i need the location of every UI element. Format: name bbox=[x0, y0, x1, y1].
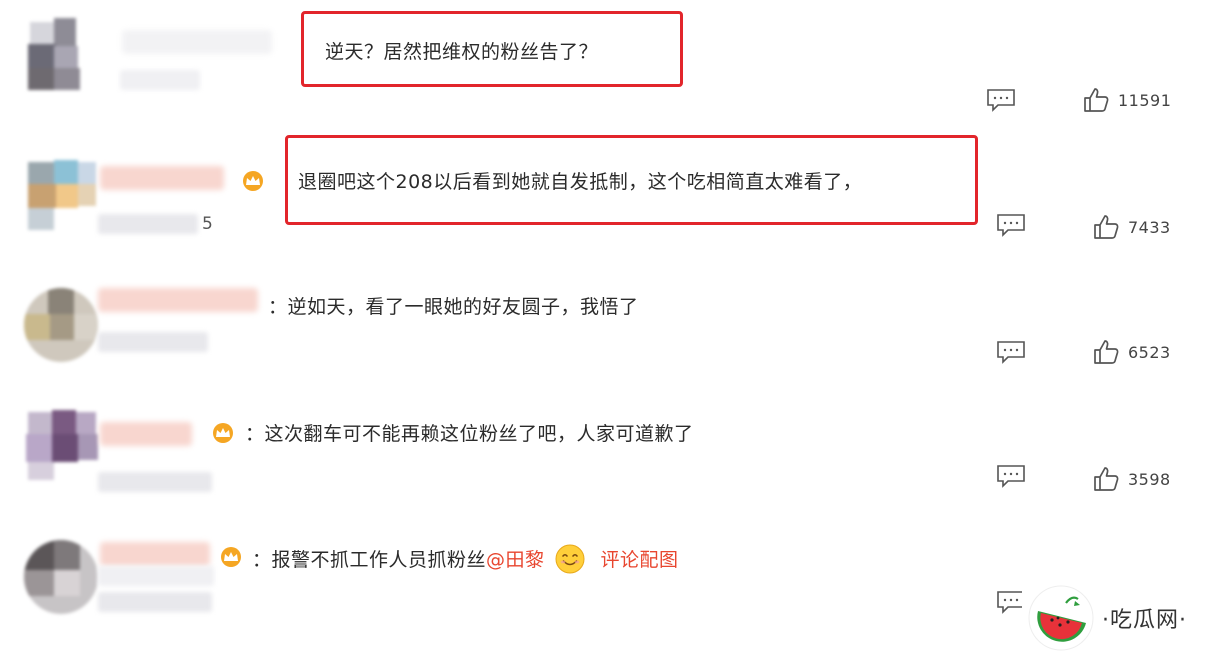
reply-button[interactable] bbox=[996, 213, 1026, 237]
like-button[interactable]: 7433 bbox=[1092, 213, 1171, 241]
like-button[interactable]: 3598 bbox=[1092, 465, 1171, 493]
comment-reply-icon bbox=[997, 214, 1025, 237]
comment-image-link[interactable]: 评论配图 bbox=[601, 549, 679, 571]
avatar[interactable] bbox=[24, 18, 98, 92]
mention-link[interactable]: @田黎 bbox=[486, 549, 545, 571]
user-meta bbox=[98, 214, 198, 234]
thumbs-up-icon bbox=[1094, 215, 1119, 239]
comment-item: ：这次翻车可不能再赖这位粉丝了吧，人家可道歉了 3598 bbox=[0, 378, 1212, 504]
like-count: 6523 bbox=[1128, 342, 1171, 362]
comment-reply-icon bbox=[987, 89, 1015, 112]
site-watermark: ·吃瓜网· bbox=[1022, 580, 1212, 656]
thumbs-up-icon bbox=[1094, 467, 1119, 491]
comment-reply-icon bbox=[997, 465, 1025, 488]
comment-item: ：逆如天，看了一眼她的好友圆子，我悟了 6523 bbox=[0, 252, 1212, 378]
vip-crown-icon bbox=[243, 171, 263, 191]
reply-button[interactable] bbox=[986, 88, 1016, 112]
avatar[interactable] bbox=[24, 288, 98, 362]
comment-text: ：逆如天，看了一眼她的好友圆子，我悟了 bbox=[268, 296, 639, 318]
user-meta-suffix: 5 bbox=[202, 214, 213, 234]
smile-emoji-icon bbox=[555, 544, 585, 573]
user-meta bbox=[120, 70, 200, 90]
vip-crown-icon bbox=[221, 547, 241, 567]
reply-button[interactable] bbox=[996, 340, 1026, 364]
comment-text: ：报警不抓工作人员抓粉丝@田黎 评论配图 bbox=[252, 544, 679, 576]
thumbs-up-icon bbox=[1094, 340, 1119, 364]
username[interactable] bbox=[100, 542, 210, 566]
watermark-text: ·吃瓜网· bbox=[1102, 608, 1187, 633]
user-meta bbox=[98, 472, 212, 492]
like-count: 3598 bbox=[1128, 469, 1171, 489]
username[interactable] bbox=[100, 166, 224, 190]
comment-text: 逆天？居然把维权的粉丝告了？ bbox=[325, 41, 599, 63]
thumbs-up-icon bbox=[1084, 88, 1109, 112]
username[interactable] bbox=[100, 422, 192, 446]
user-meta bbox=[98, 566, 214, 586]
vip-crown-icon bbox=[213, 423, 233, 443]
comment-item: 5 退圈吧这个208以后看到她就自发抵制，这个吃相简直太难看了， 7433 bbox=[0, 126, 1212, 252]
watermelon-logo-icon bbox=[1028, 585, 1094, 651]
comment-text: ：这次翻车可不能再赖这位粉丝了吧，人家可道歉了 bbox=[245, 423, 694, 445]
like-count: 7433 bbox=[1128, 217, 1171, 237]
avatar[interactable] bbox=[24, 408, 98, 482]
avatar[interactable] bbox=[24, 540, 98, 614]
comment-reply-icon bbox=[997, 341, 1025, 364]
user-meta bbox=[98, 592, 212, 612]
comment-feed: 逆天？居然把维权的粉丝告了？ 11591 5 退圈吧这个208以后看到她就自发抵… bbox=[0, 0, 1212, 656]
username[interactable] bbox=[122, 30, 272, 54]
like-button[interactable]: 6523 bbox=[1092, 338, 1171, 366]
comment-item: 逆天？居然把维权的粉丝告了？ 11591 bbox=[0, 0, 1212, 126]
username[interactable] bbox=[98, 288, 258, 312]
like-count: 11591 bbox=[1118, 90, 1172, 110]
user-meta bbox=[98, 332, 208, 352]
avatar[interactable] bbox=[24, 160, 98, 234]
like-button[interactable]: 11591 bbox=[1082, 86, 1171, 114]
comment-text: 退圈吧这个208以后看到她就自发抵制，这个吃相简直太难看了， bbox=[298, 171, 863, 193]
reply-button[interactable] bbox=[996, 464, 1026, 488]
